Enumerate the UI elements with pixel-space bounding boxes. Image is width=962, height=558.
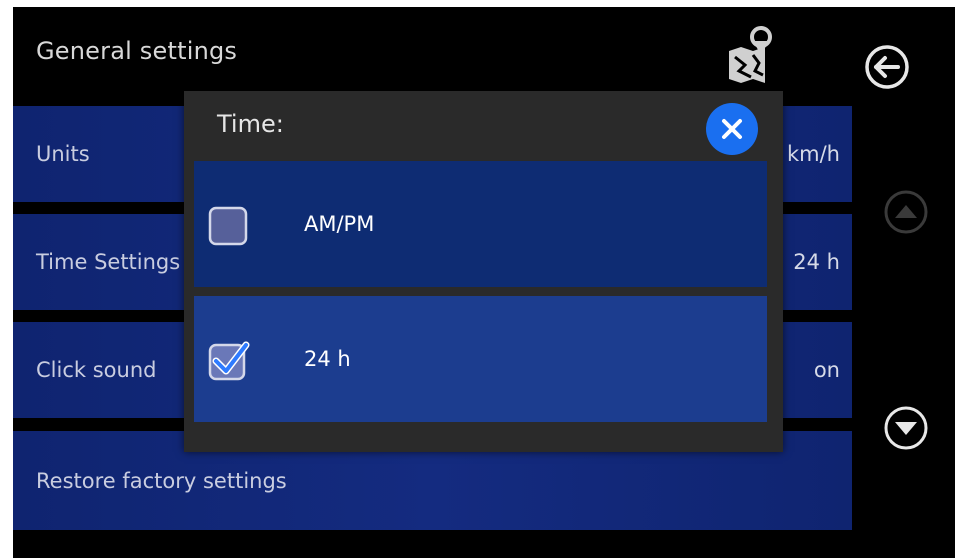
checkbox-unchecked-icon (208, 206, 248, 246)
option-label: 24 h (304, 347, 351, 371)
option-label: AM/PM (304, 212, 375, 236)
dialog-title: Time: (217, 110, 284, 138)
map-pin-icon[interactable] (725, 21, 775, 85)
close-button[interactable] (706, 103, 758, 155)
setting-label: Restore factory settings (36, 468, 287, 493)
setting-value: km/h (786, 142, 840, 166)
time-format-dialog: Time: AM/PM 24 h (184, 91, 783, 452)
scroll-up-icon[interactable] (883, 189, 929, 235)
option-am-pm[interactable]: AM/PM (194, 161, 767, 287)
setting-value: on (813, 358, 840, 382)
setting-label: Units (36, 142, 90, 166)
settings-screen: General settings Units km/h Time Setting… (13, 7, 955, 558)
checkbox-checked-icon (208, 341, 250, 381)
page-title: General settings (36, 37, 238, 65)
close-icon (722, 119, 742, 139)
setting-label: Time Settings (36, 250, 181, 274)
setting-value: 24 h (793, 250, 840, 274)
setting-label: Click sound (36, 358, 157, 382)
back-arrow-icon[interactable] (861, 41, 913, 93)
option-24h[interactable]: 24 h (194, 296, 767, 422)
scroll-down-icon[interactable] (883, 405, 929, 451)
